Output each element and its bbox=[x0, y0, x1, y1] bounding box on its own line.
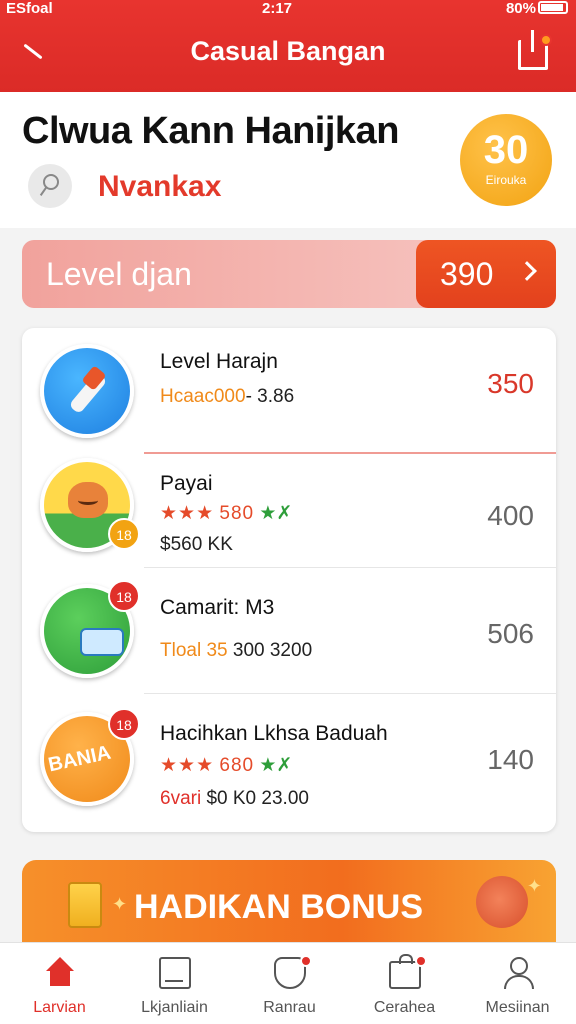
item-title: Payai bbox=[160, 472, 213, 495]
rating-value: 580 bbox=[219, 503, 255, 524]
page-title: Casual Bangan bbox=[190, 36, 386, 66]
nav-label: Lkjanliain bbox=[141, 999, 208, 1016]
promo-badge-text: BANIA bbox=[46, 741, 113, 777]
carrier-label: ESfoal bbox=[6, 0, 53, 17]
list-item[interactable]: 18 Payai ★★★ 580 ★✗ $560 KK 400 bbox=[22, 442, 556, 568]
clock: 2:17 bbox=[262, 0, 293, 17]
item-meta-value: 300 3200 bbox=[232, 640, 313, 661]
level-button[interactable]: 390 bbox=[416, 240, 556, 308]
profile-subtitle: Nvankax bbox=[98, 170, 222, 203]
profile-section: Clwua Kann Hanijkan Nvankax 30 Eirouka bbox=[0, 92, 576, 228]
level-bar: Level djan 390 bbox=[22, 240, 556, 308]
treasure-chest-icon bbox=[68, 882, 102, 928]
app-header: ESfoal 2:17 80% Casual Bangan bbox=[0, 0, 576, 92]
sparkle-icon: ✦ bbox=[112, 894, 128, 914]
notification-dot bbox=[540, 34, 552, 46]
rating-stars: ★★★ 580 ★✗ bbox=[160, 502, 292, 525]
item-title: Camarit: M3 bbox=[160, 596, 275, 619]
document-icon bbox=[159, 957, 191, 989]
item-meta: Hcaac000- 3.86 bbox=[160, 386, 294, 408]
nav-item-shield[interactable]: Ranrau bbox=[232, 943, 347, 1024]
item-score: 506 bbox=[487, 618, 534, 649]
microphone-icon bbox=[40, 344, 134, 438]
home-icon bbox=[44, 957, 76, 989]
bottom-nav: Larvian Lkjanliain Ranrau Cerahea Mesiin… bbox=[0, 942, 576, 1024]
battery-icon bbox=[538, 1, 568, 14]
avatar[interactable] bbox=[28, 164, 72, 208]
item-meta-value: - 3.86 bbox=[245, 386, 295, 407]
leaderboard-list: Level Harajn Hcaac000- 3.86 350 18 Payai… bbox=[22, 328, 556, 832]
nav-item-profile[interactable]: Mesiinan bbox=[460, 943, 575, 1024]
rating-stars: ★★★ 680 ★✗ bbox=[160, 754, 292, 777]
item-price: $560 KK bbox=[160, 534, 233, 555]
coin-badge[interactable]: 30 Eirouka bbox=[460, 114, 552, 206]
profile-name: Clwua Kann Hanijkan bbox=[22, 110, 399, 152]
item-meta: 6vari $0 K0 23.00 bbox=[160, 788, 309, 810]
stars-icon: ★★★ bbox=[160, 755, 215, 776]
user-icon bbox=[502, 957, 534, 989]
list-item[interactable]: BANIA 18 Hacihkan Lkhsa Baduah ★★★ 680 ★… bbox=[22, 694, 556, 832]
item-badge: 18 bbox=[108, 708, 140, 740]
item-score: 350 bbox=[487, 368, 534, 399]
nav-label: Larvian bbox=[33, 999, 86, 1016]
rating-value: 680 bbox=[219, 755, 255, 776]
nav-label: Cerahea bbox=[373, 999, 436, 1016]
battery-percent: 80% bbox=[505, 0, 536, 17]
item-title: Level Harajn bbox=[160, 350, 278, 373]
list-item[interactable]: Level Harajn Hcaac000- 3.86 350 bbox=[22, 328, 556, 454]
nav-label: Mesiinan bbox=[485, 999, 550, 1016]
list-item[interactable]: 18 Camarit: M3 Tloal 35 300 3200 506 bbox=[22, 568, 556, 694]
fox-mascot-icon bbox=[476, 876, 528, 928]
item-meta-code: Hcaac000 bbox=[160, 386, 246, 407]
notification-dot bbox=[415, 955, 427, 967]
item-meta-code: 6vari bbox=[160, 788, 202, 809]
item-score: 400 bbox=[487, 500, 534, 531]
level-label: Level djan bbox=[46, 256, 192, 292]
nav-label: Ranrau bbox=[263, 999, 316, 1016]
stars-icon: ★★★ bbox=[160, 503, 215, 524]
battery-indicator: 80% bbox=[506, 0, 568, 17]
chevron-right-icon bbox=[517, 261, 537, 281]
item-meta-value: $0 K0 23.00 bbox=[206, 788, 309, 809]
level-value: 390 bbox=[440, 256, 494, 292]
status-bar: ESfoal 2:17 80% bbox=[0, 0, 576, 20]
item-score: 140 bbox=[487, 744, 534, 775]
sparkle-icon: ✦ bbox=[526, 876, 542, 896]
coin-badge-label: Eirouka bbox=[485, 173, 527, 187]
item-badge: 18 bbox=[108, 580, 140, 612]
item-badge: 18 bbox=[108, 518, 140, 550]
nav-item-bag[interactable]: Cerahea bbox=[347, 943, 462, 1024]
item-title: Hacihkan Lkhsa Baduah bbox=[160, 722, 388, 745]
notification-dot bbox=[300, 955, 312, 967]
item-meta-code: Tloal 35 bbox=[160, 640, 228, 661]
rating-extra-icon: ★✗ bbox=[259, 503, 293, 524]
bonus-label: HADIKAN BONUS bbox=[134, 888, 423, 926]
nav-item-documents[interactable]: Lkjanliain bbox=[117, 943, 232, 1024]
item-meta: Tloal 35 300 3200 bbox=[160, 640, 312, 662]
coin-badge-value: 30 bbox=[483, 128, 529, 172]
rating-extra-icon: ★✗ bbox=[259, 755, 293, 776]
nav-item-home[interactable]: Larvian bbox=[2, 943, 117, 1024]
